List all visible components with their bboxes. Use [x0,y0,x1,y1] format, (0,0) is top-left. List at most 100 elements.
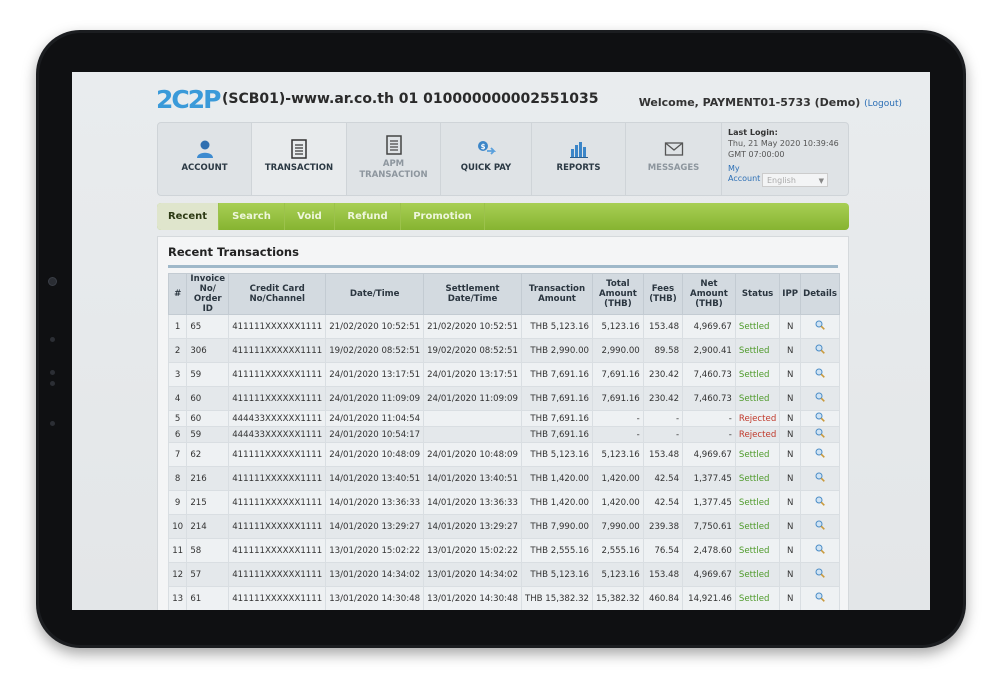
table-row[interactable]: 6 59 444433XXXXXX1111 24/01/2020 10:54:17 TH… [167,426,840,443]
col-header[interactable]: Invoice No/ Order ID [186,273,230,315]
table-cell: 411111XXXXXX1111 [228,514,327,539]
magnifier-icon[interactable] [815,392,825,402]
details-cell[interactable] [800,538,840,563]
table-cell: 42.54 [642,466,684,491]
details-cell[interactable] [800,410,840,427]
col-header[interactable]: Credit Card No/Channel [228,273,327,315]
magnifier-icon[interactable] [815,592,825,602]
magnifier-icon[interactable] [815,496,825,506]
table-cell: 24/01/2020 10:54:17 [325,426,425,443]
table-row[interactable]: 9 215 411111XXXXXX1111 14/01/2020 13:36:33 1… [167,490,840,515]
table-body: 1 65 411111XXXXXX1111 21/02/2020 10:52:51 21… [167,314,840,610]
col-header[interactable]: # [167,273,188,315]
details-cell[interactable] [800,426,840,443]
table-row[interactable]: 11 58 411111XXXXXX1111 13/01/2020 15:02:22 1… [167,538,840,563]
magnifier-icon[interactable] [815,544,825,554]
tab-search[interactable]: Search [219,203,285,230]
table-row[interactable]: 7 62 411111XXXXXX1111 24/01/2020 10:48:09 24… [167,442,840,467]
table-cell: 59 [186,426,230,443]
tab-promotion[interactable]: Promotion [401,203,485,230]
col-header[interactable]: Fees (THB) [642,273,684,315]
magnifier-icon[interactable] [815,472,825,482]
table-row[interactable]: 5 60 444433XXXXXX1111 24/01/2020 11:04:54 TH… [167,410,840,427]
tab-recent[interactable]: Recent [157,203,219,230]
table-cell: 411111XXXXXX1111 [228,466,327,491]
col-header[interactable]: Settlement Date/Time [423,273,522,315]
nav-messages[interactable]: MESSAGES [626,123,722,195]
table-cell: N [779,426,802,443]
col-header[interactable]: Date/Time [325,273,425,315]
magnifier-icon[interactable] [815,368,825,378]
table-cell: 14/01/2020 13:40:51 [325,466,425,491]
table-cell: 24/01/2020 11:09:09 [325,386,425,411]
status-badge: Settled [734,466,781,491]
status-badge: Rejected [734,426,781,443]
nav-label: ACCOUNT [181,163,228,173]
col-header[interactable]: Status [734,273,781,315]
table-cell [423,426,522,443]
details-cell[interactable] [800,386,840,411]
nav-account[interactable]: ACCOUNT [158,123,252,195]
details-cell[interactable] [800,466,840,491]
col-header[interactable]: Details [800,273,840,315]
table-cell: 13/01/2020 14:34:02 [325,562,425,587]
nav-apm-transaction[interactable]: APM TRANSACTION [347,123,441,195]
magnifier-icon[interactable] [815,412,825,422]
table-cell: 5,123.16 [592,442,644,467]
details-cell[interactable] [800,514,840,539]
details-cell[interactable] [800,362,840,387]
tab-refund[interactable]: Refund [335,203,401,230]
table-cell: 13/01/2020 14:34:02 [423,562,522,587]
col-header[interactable]: Transaction Amount [520,273,594,315]
nav-reports[interactable]: REPORTS [532,123,626,195]
magnifier-icon[interactable] [815,428,825,438]
magnifier-icon[interactable] [815,320,825,330]
details-cell[interactable] [800,442,840,467]
table-cell: 15,382.32 [592,586,644,610]
table-cell: 8 [167,466,188,491]
logout-link[interactable]: (Logout) [864,99,902,109]
last-login-title: Last Login: [728,128,778,137]
table-row[interactable]: 1 65 411111XXXXXX1111 21/02/2020 10:52:51 21… [167,314,840,339]
magnifier-icon[interactable] [815,520,825,530]
details-cell[interactable] [800,338,840,363]
table-cell: 2 [167,338,188,363]
table-cell: - [592,410,644,427]
table-cell: 24/01/2020 13:17:51 [423,362,522,387]
table-cell: N [779,466,802,491]
nav-transaction[interactable]: TRANSACTION [252,123,347,195]
table-row[interactable]: 3 59 411111XXXXXX1111 24/01/2020 13:17:51 24… [167,362,840,387]
table-row[interactable]: 13 61 411111XXXXXX1111 13/01/2020 14:30:48 1… [167,586,840,610]
col-header[interactable]: Total Amount (THB) [592,273,644,315]
table-row[interactable]: 4 60 411111XXXXXX1111 24/01/2020 11:09:09 24… [167,386,840,411]
table-cell: N [779,314,802,339]
table-cell: THB 5,123.16 [520,314,594,339]
company-logo[interactable]: 2C2P [156,85,221,114]
magnifier-icon[interactable] [815,568,825,578]
details-cell[interactable] [800,314,840,339]
welcome-text: Welcome, PAYMENT01-5733 (Demo) (Logout) [639,96,902,109]
table-cell: - [682,426,736,443]
col-header[interactable]: Net Amount (THB) [682,273,736,315]
table-cell: 411111XXXXXX1111 [228,586,327,610]
col-header[interactable]: IPP [779,273,802,315]
status-badge: Rejected [734,410,781,427]
magnifier-icon[interactable] [815,344,825,354]
status-badge: Settled [734,514,781,539]
details-cell[interactable] [800,490,840,515]
nav-quick-pay[interactable]: $ QUICK PAY [441,123,532,195]
my-account-link[interactable]: My Account [728,164,762,184]
tab-void[interactable]: Void [285,203,335,230]
table-row[interactable]: 8 216 411111XXXXXX1111 14/01/2020 13:40:51 1… [167,466,840,491]
magnifier-icon[interactable] [815,448,825,458]
table-cell: 24/01/2020 10:48:09 [423,442,522,467]
details-cell[interactable] [800,586,840,610]
table-row[interactable]: 12 57 411111XXXXXX1111 13/01/2020 14:34:02 1… [167,562,840,587]
table-row[interactable]: 2 306 411111XXXXXX1111 19/02/2020 08:52:51 1… [167,338,840,363]
details-cell[interactable] [800,562,840,587]
language-select[interactable]: English ▼ [762,173,828,187]
table-cell: 7,990.00 [592,514,644,539]
table-row[interactable]: 10 214 411111XXXXXX1111 14/01/2020 13:29:27… [167,514,840,539]
table-cell: 14/01/2020 13:29:27 [423,514,522,539]
table-cell: 2,990.00 [592,338,644,363]
